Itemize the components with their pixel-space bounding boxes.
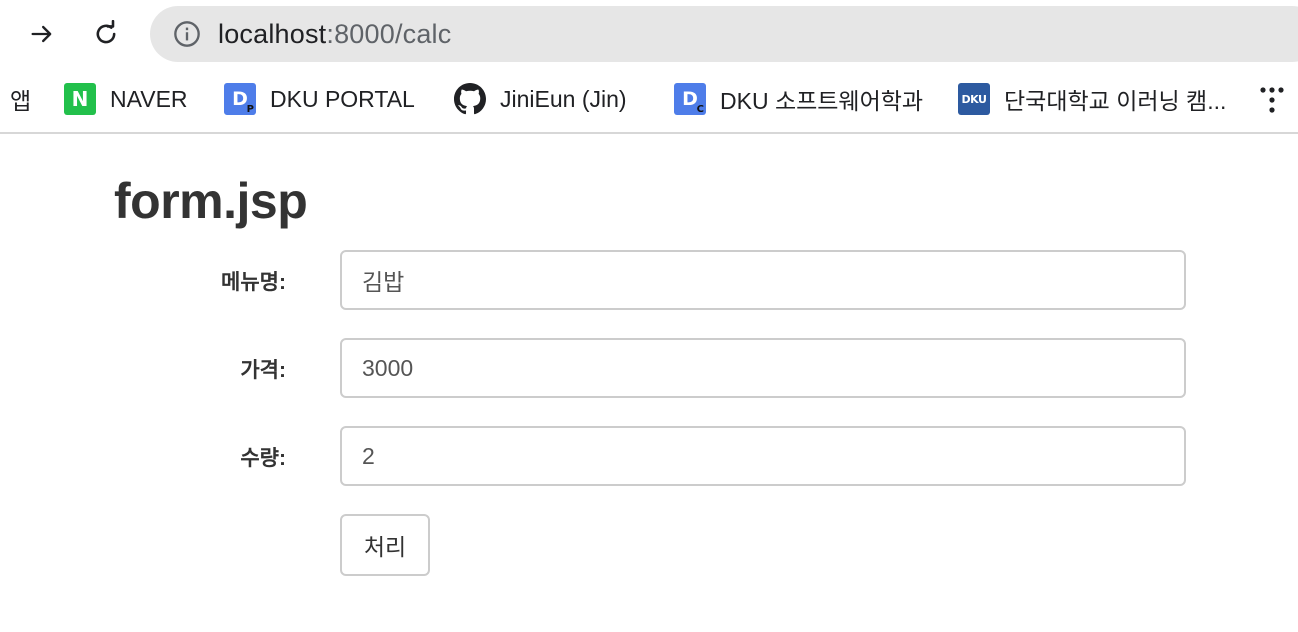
quantity-label: 수량: bbox=[240, 447, 286, 470]
reload-icon bbox=[96, 20, 116, 44]
menu-name-label: 메뉴명: bbox=[221, 271, 286, 294]
bookmark-label: DKU 소프트웨어학과 bbox=[720, 88, 924, 114]
github-icon bbox=[454, 83, 486, 115]
bookmark-dku-portal[interactable]: DP DKU PORTAL bbox=[224, 82, 415, 116]
bookmark-dku-software[interactable]: DC DKU 소프트웨어학과 bbox=[674, 82, 923, 116]
browser-toolbar: localhost:8000/calc bbox=[0, 0, 1298, 70]
url-host: localhost bbox=[218, 18, 327, 49]
forward-button[interactable] bbox=[22, 14, 62, 54]
bookmark-label: DKU PORTAL bbox=[270, 85, 415, 112]
address-bar[interactable]: localhost:8000/calc bbox=[150, 6, 1298, 62]
submit-button[interactable]: 처리 bbox=[340, 514, 430, 576]
url-path: :8000/calc bbox=[326, 18, 452, 49]
bookmark-label: 앱 bbox=[10, 88, 32, 114]
url-text[interactable]: localhost:8000/calc bbox=[218, 19, 451, 50]
price-label: 가격: bbox=[240, 359, 286, 382]
form-row-quantity: 수량: bbox=[0, 426, 1298, 486]
bookmarks-bar: 앱 N NAVER DP DKU PORTAL JiniEun (Jin) DC… bbox=[0, 70, 1298, 134]
form-row-menu: 메뉴명: bbox=[0, 250, 1298, 310]
dku-portal-icon: DP bbox=[224, 83, 256, 115]
bookmark-dku-elearning[interactable]: DKU 단국대학교 이러닝 캠... bbox=[958, 82, 1226, 116]
bookmark-apps[interactable]: 앱 bbox=[10, 82, 31, 116]
arrow-right-icon bbox=[31, 25, 52, 43]
bookmark-label: 단국대학교 이러닝 캠... bbox=[1004, 88, 1227, 114]
dku-elearning-icon: DKU bbox=[958, 83, 990, 115]
naver-icon: N bbox=[64, 83, 96, 115]
more-dots-icon[interactable] bbox=[1258, 84, 1286, 116]
bookmark-naver[interactable]: N NAVER bbox=[64, 82, 188, 116]
page-title: form.jsp bbox=[114, 173, 308, 229]
bookmark-github[interactable]: JiniEun (Jin) bbox=[454, 82, 627, 116]
quantity-input[interactable] bbox=[340, 426, 1186, 486]
info-icon[interactable] bbox=[172, 19, 202, 49]
bookmark-label: NAVER bbox=[110, 85, 188, 112]
reload-button[interactable] bbox=[86, 14, 126, 54]
price-input[interactable] bbox=[340, 338, 1186, 398]
menu-name-input[interactable] bbox=[340, 250, 1186, 310]
bookmark-label: JiniEun (Jin) bbox=[500, 85, 627, 112]
form-row-price: 가격: bbox=[0, 338, 1298, 398]
dku-software-icon: DC bbox=[674, 83, 706, 115]
